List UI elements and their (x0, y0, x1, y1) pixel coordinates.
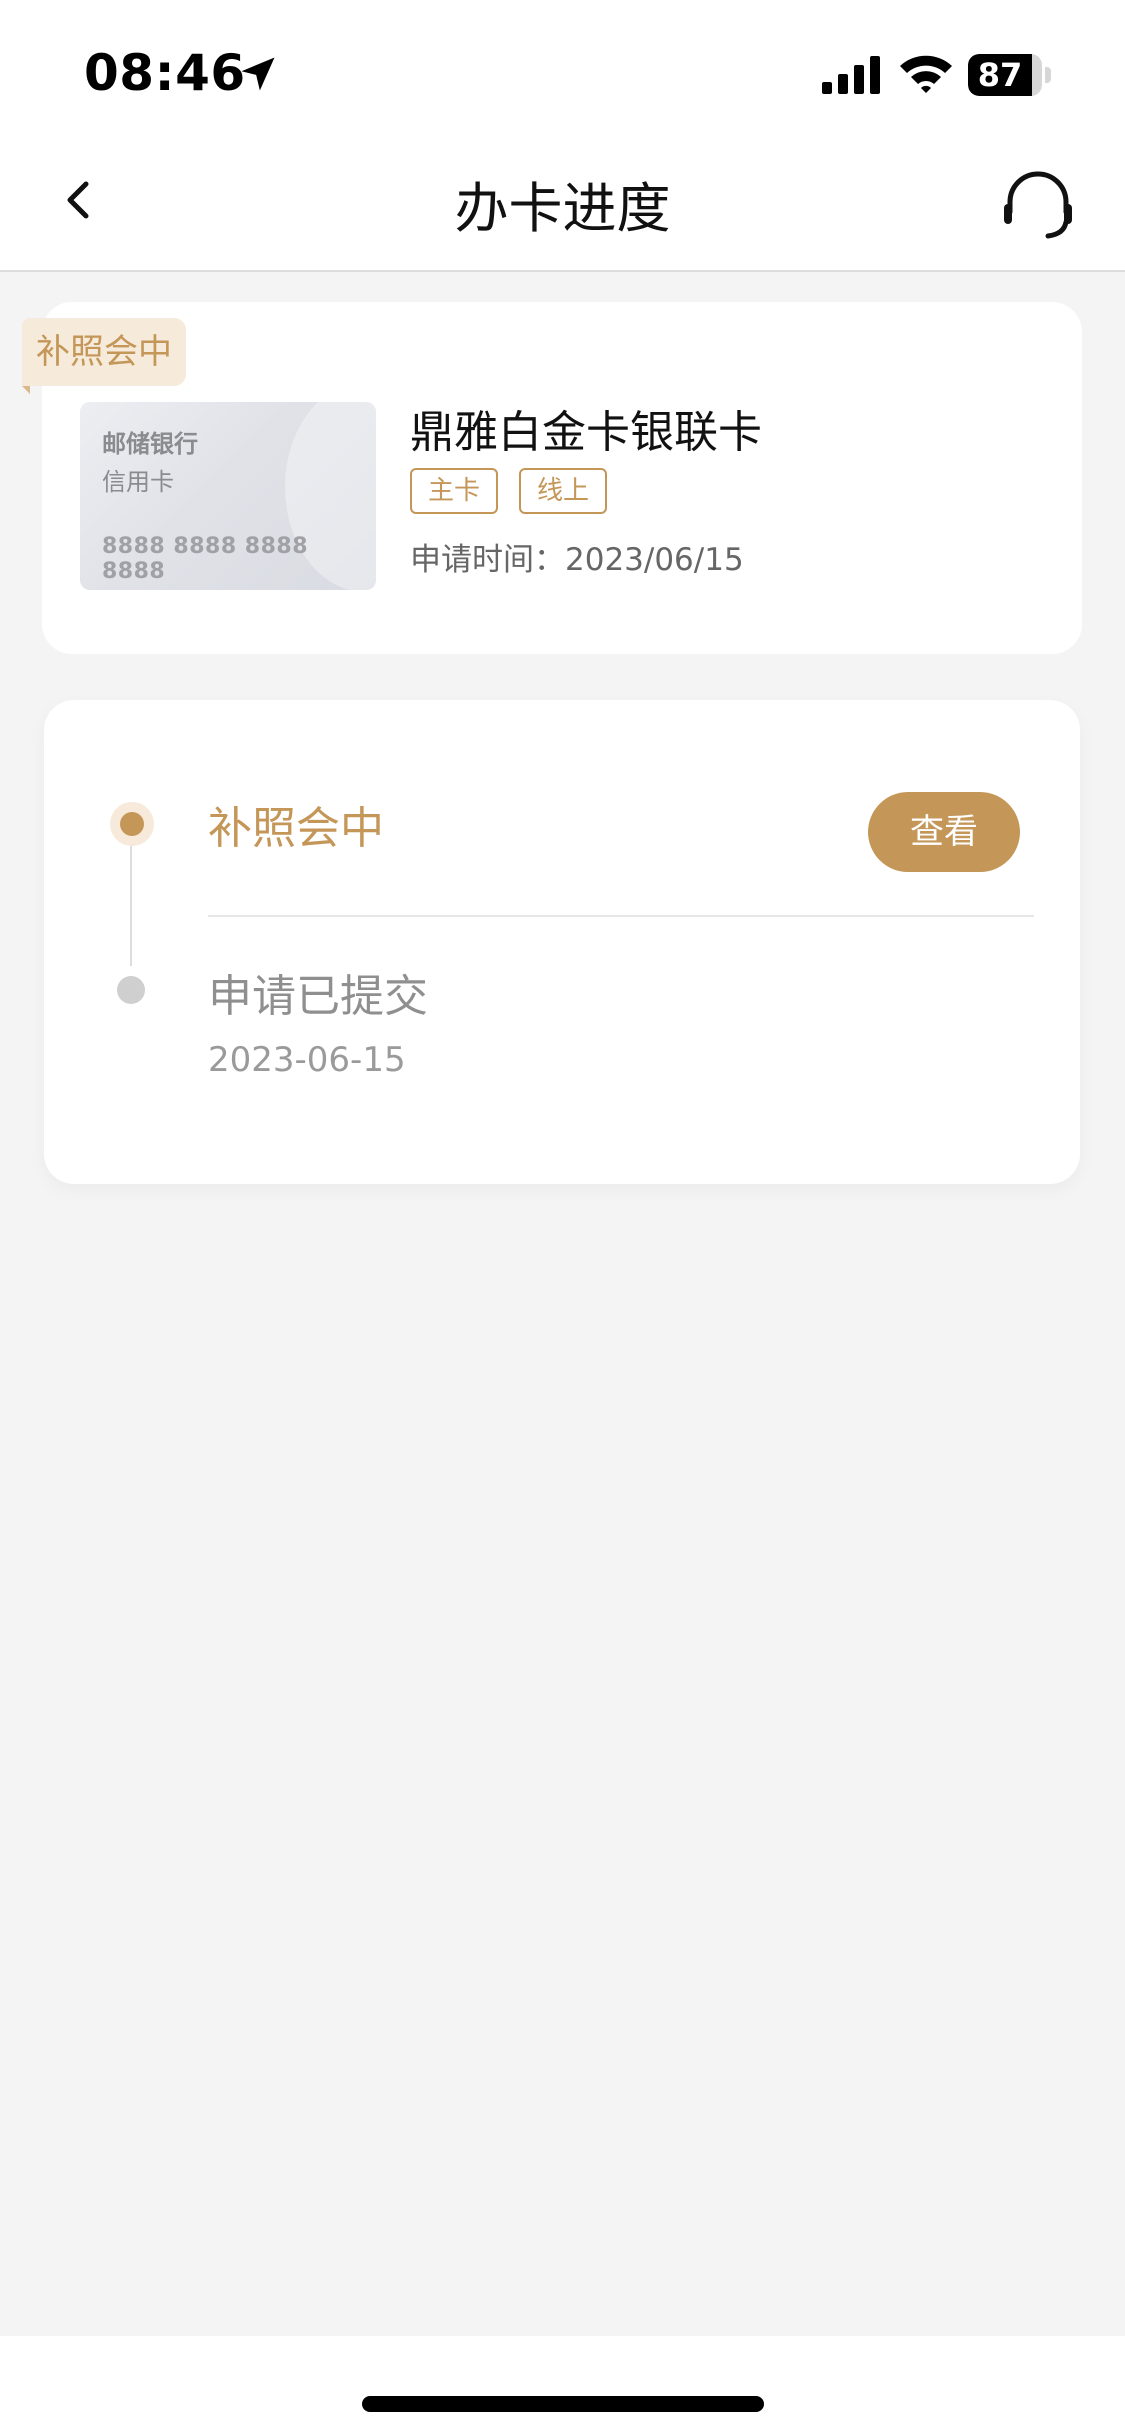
timeline-active-dot (120, 812, 144, 836)
status-badge: 补照会中 (22, 318, 186, 386)
card-bank-name: 邮储银行 (102, 430, 198, 458)
step-divider (208, 915, 1034, 917)
nav-bar: 办卡进度 (0, 150, 1125, 272)
wifi-icon (900, 55, 952, 93)
page-title: 办卡进度 (454, 177, 671, 240)
location-arrow-icon (241, 57, 275, 91)
timeline-connector (130, 838, 132, 966)
status-badge-fold (22, 386, 30, 394)
submitted-step-date: 2023-06-15 (208, 1040, 406, 1080)
submitted-step-label: 申请已提交 (208, 971, 428, 1022)
apply-time: 申请时间：2023/06/15 (410, 542, 744, 578)
view-button[interactable]: 查看 (868, 792, 1020, 872)
status-time: 08:46 (84, 44, 246, 102)
card-type-label: 信用卡 (102, 468, 174, 496)
timeline-completed-dot (117, 976, 145, 1004)
card-number: 8888 8888 8888 8888 (102, 534, 309, 584)
credit-card-image: 邮储银行 信用卡 8888 8888 8888 8888 (80, 402, 376, 590)
customer-service-headset-icon[interactable] (998, 164, 1078, 244)
cellular-signal-icon (822, 56, 880, 94)
home-indicator[interactable] (362, 2396, 764, 2412)
card-product-name: 鼎雅白金卡银联卡 (410, 407, 762, 458)
tag-primary-card: 主卡 (410, 468, 498, 514)
battery-percent: 87 (977, 56, 1023, 94)
status-bar: 08:46 87 (0, 0, 1125, 150)
progress-panel (44, 700, 1080, 1184)
current-step-label: 补照会中 (208, 803, 384, 854)
tag-online: 线上 (519, 468, 607, 514)
battery-indicator: 87 (968, 54, 1051, 96)
home-indicator-area (0, 2336, 1125, 2435)
